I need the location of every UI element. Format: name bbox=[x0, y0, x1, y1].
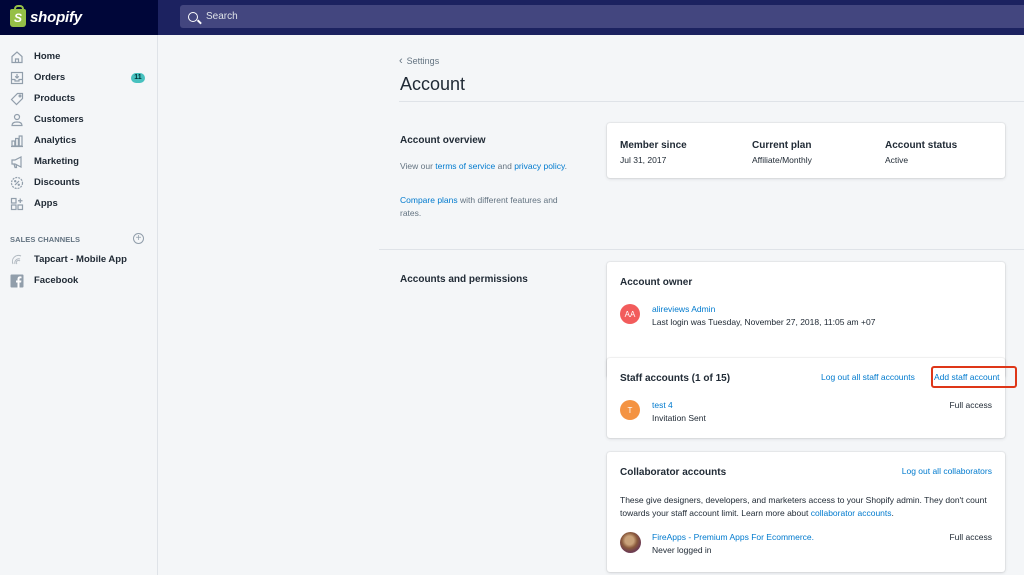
sidebar-item-discounts[interactable]: Discounts bbox=[0, 172, 157, 193]
account-overview-description: View our terms of service and privacy po… bbox=[400, 161, 567, 171]
sidebar-item-label: Analytics bbox=[34, 135, 77, 146]
staff-access-level: Full access bbox=[949, 400, 992, 410]
section-divider bbox=[379, 249, 1024, 250]
facebook-icon bbox=[10, 274, 24, 288]
search-bar[interactable] bbox=[180, 5, 1024, 28]
top-bar: S shopify bbox=[0, 0, 1024, 35]
compare-plans-description: Compare plans with different features an… bbox=[400, 195, 558, 218]
add-staff-account-link[interactable]: Add staff account bbox=[934, 372, 1000, 382]
home-icon bbox=[10, 50, 24, 64]
staff-accounts-card: Staff accounts (1 of 15) Log out all sta… bbox=[607, 358, 1017, 438]
sales-channels-heading: SALES CHANNELS bbox=[10, 235, 81, 244]
sidebar-item-customers[interactable]: Customers bbox=[0, 109, 157, 130]
sidebar-item-home[interactable]: Home bbox=[0, 46, 157, 67]
owner-last-login: Last login was Tuesday, November 27, 201… bbox=[652, 317, 876, 327]
sidebar-item-label: Facebook bbox=[34, 275, 79, 286]
log-out-all-collaborators-link[interactable]: Log out all collaborators bbox=[902, 466, 992, 476]
sidebar-item-label: Home bbox=[34, 51, 61, 62]
sidebar-item-apps[interactable]: Apps bbox=[0, 193, 157, 214]
collaborator-status: Never logged in bbox=[652, 545, 712, 555]
account-owner-heading: Account owner bbox=[620, 277, 693, 288]
owner-avatar: AA bbox=[620, 304, 640, 324]
sidebar-item-analytics[interactable]: Analytics bbox=[0, 130, 157, 151]
title-divider bbox=[399, 101, 1024, 102]
account-status: Account status Active bbox=[885, 140, 958, 165]
sidebar-item-label: Marketing bbox=[34, 156, 79, 167]
accounts-permissions-heading: Accounts and permissions bbox=[400, 274, 528, 285]
main-content: ‹ Settings Account Account overview View… bbox=[159, 35, 1024, 575]
sidebar: Home Orders 11 Products Customers Analyt… bbox=[0, 35, 158, 575]
collaborator-access-level: Full access bbox=[949, 532, 992, 542]
collaborator-accounts-link[interactable]: collaborator accounts bbox=[811, 508, 892, 518]
log-out-all-staff-link[interactable]: Log out all staff accounts bbox=[821, 372, 915, 382]
sidebar-item-marketing[interactable]: Marketing bbox=[0, 151, 157, 172]
apps-icon bbox=[10, 197, 24, 211]
collaborator-accounts-heading: Collaborator accounts bbox=[620, 467, 727, 478]
account-summary-card: Member since Jul 31, 2017 Current plan A… bbox=[607, 123, 1005, 178]
search-input[interactable] bbox=[206, 11, 806, 22]
sidebar-item-label: Apps bbox=[34, 198, 58, 209]
account-status-value: Active bbox=[885, 155, 909, 165]
account-overview-heading: Account overview bbox=[400, 135, 486, 146]
sidebar-item-facebook[interactable]: Facebook bbox=[0, 270, 157, 291]
sidebar-item-orders[interactable]: Orders 11 bbox=[0, 67, 157, 88]
orders-count-badge: 11 bbox=[131, 72, 145, 83]
discount-icon bbox=[10, 176, 24, 190]
collaborator-description: These give designers, developers, and ma… bbox=[620, 495, 987, 518]
sidebar-item-label: Tapcart - Mobile App bbox=[34, 254, 127, 265]
add-sales-channel-button[interactable]: + bbox=[133, 233, 144, 244]
collaborator-accounts-card: Collaborator accounts Log out all collab… bbox=[607, 452, 1005, 572]
sidebar-item-label: Orders bbox=[34, 72, 66, 83]
orders-icon bbox=[10, 71, 24, 85]
privacy-policy-link[interactable]: privacy policy bbox=[514, 161, 564, 171]
member-since: Member since Jul 31, 2017 bbox=[620, 140, 687, 165]
terms-of-service-link[interactable]: terms of service bbox=[435, 161, 495, 171]
staff-accounts-heading: Staff accounts (1 of 15) bbox=[620, 373, 731, 384]
customer-icon bbox=[10, 113, 24, 127]
brand-name: shopify bbox=[30, 9, 82, 26]
sidebar-item-products[interactable]: Products bbox=[0, 88, 157, 109]
collaborator-avatar bbox=[620, 532, 641, 553]
shopify-logo[interactable]: S shopify bbox=[0, 0, 158, 35]
sidebar-item-label: Products bbox=[34, 93, 76, 104]
breadcrumb-settings[interactable]: ‹ Settings bbox=[399, 55, 439, 67]
current-plan-value: Affiliate/Monthly bbox=[752, 155, 812, 165]
sidebar-item-label: Discounts bbox=[34, 177, 80, 188]
sidebar-item-tapcart[interactable]: Tapcart - Mobile App bbox=[0, 249, 157, 270]
tapcart-icon bbox=[10, 253, 24, 267]
current-plan: Current plan Affiliate/Monthly bbox=[752, 140, 812, 165]
collaborator-name-link[interactable]: FireApps - Premium Apps For Ecommerce. bbox=[652, 532, 814, 542]
chevron-left-icon: ‹ bbox=[399, 55, 403, 67]
page-title: Account bbox=[400, 74, 466, 94]
member-since-value: Jul 31, 2017 bbox=[620, 155, 667, 165]
search-icon bbox=[188, 11, 198, 22]
megaphone-icon bbox=[10, 155, 24, 169]
analytics-icon bbox=[10, 134, 24, 148]
sidebar-item-label: Customers bbox=[34, 114, 84, 125]
tag-icon bbox=[10, 92, 24, 106]
shopify-bag-icon: S bbox=[10, 4, 26, 27]
owner-name-link[interactable]: alireviews Admin bbox=[652, 304, 715, 314]
compare-plans-link[interactable]: Compare plans bbox=[400, 195, 458, 205]
staff-status: Invitation Sent bbox=[652, 413, 706, 423]
staff-name-link[interactable]: test 4 bbox=[652, 400, 673, 410]
breadcrumb-label: Settings bbox=[406, 56, 440, 66]
staff-avatar: T bbox=[620, 400, 640, 420]
